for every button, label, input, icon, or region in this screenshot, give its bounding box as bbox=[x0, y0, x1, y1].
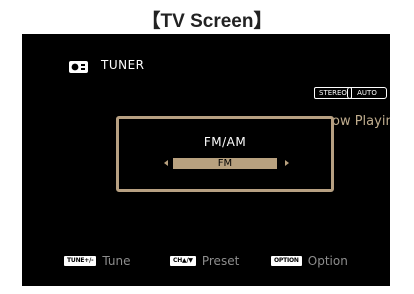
arrow-right-icon[interactable] bbox=[285, 160, 289, 166]
radio-icon bbox=[69, 61, 88, 73]
help-preset: CH▲/▼ Preset bbox=[170, 254, 239, 268]
tv-screen: TUNER STEREO AUTO ow Playing FM/AM FM TU… bbox=[22, 34, 390, 286]
band-selector[interactable]: FM bbox=[173, 158, 277, 169]
option-label: Option bbox=[307, 254, 348, 268]
caption: 【TV Screen】 bbox=[141, 11, 273, 32]
background-now-playing-text: ow Playing bbox=[332, 114, 390, 129]
preset-label: Preset bbox=[201, 254, 240, 268]
tune-key-badge: TUNE+/- bbox=[64, 256, 97, 266]
arrow-left-icon[interactable] bbox=[164, 160, 168, 166]
option-key-badge: OPTION bbox=[271, 256, 302, 266]
fm-am-dialog: FM/AM FM bbox=[116, 116, 334, 192]
source-label: TUNER bbox=[101, 58, 145, 72]
help-option: OPTION Option bbox=[271, 254, 348, 268]
dialog-title: FM/AM bbox=[203, 135, 247, 149]
auto-indicator: AUTO bbox=[347, 87, 387, 99]
tune-label: Tune bbox=[102, 254, 131, 268]
preset-key-badge: CH▲/▼ bbox=[170, 256, 196, 266]
help-tune: TUNE+/- Tune bbox=[64, 254, 131, 268]
